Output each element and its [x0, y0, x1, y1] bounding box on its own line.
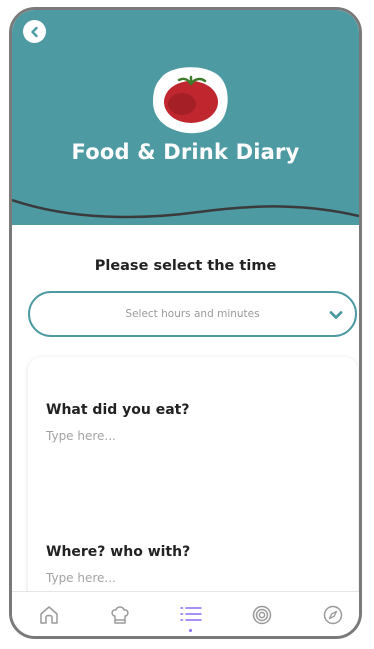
question-label-where: Where? who with? — [46, 544, 191, 560]
diary-entry-card: What did you eat? Where? who with? — [28, 357, 358, 617]
phone-frame: Food & Drink Diary Please select the tim… — [9, 7, 362, 639]
list-icon — [180, 607, 202, 621]
chef-hat-icon — [111, 606, 129, 624]
compass-icon — [323, 605, 343, 625]
chevron-left-icon — [30, 26, 38, 37]
tomato-icon — [153, 67, 228, 134]
where-input[interactable] — [46, 571, 336, 585]
food-input[interactable] — [46, 429, 336, 443]
home-icon — [40, 606, 58, 624]
time-prompt: Please select the time — [94, 258, 277, 274]
tab-diary[interactable] — [176, 600, 206, 632]
tab-recipes[interactable] — [105, 600, 135, 630]
back-button[interactable] — [23, 20, 46, 43]
page-title: Food & Drink Diary — [71, 140, 300, 164]
tab-goals[interactable] — [247, 600, 277, 630]
header-wave — [12, 190, 359, 219]
target-icon — [252, 605, 272, 625]
chevron-down-icon — [329, 311, 343, 319]
bottom-tab-bar — [12, 591, 359, 636]
time-select[interactable]: Select hours and minutes — [28, 291, 357, 337]
logo — [147, 62, 235, 138]
tab-explore[interactable] — [318, 600, 348, 630]
question-label-food: What did you eat? — [46, 402, 190, 418]
active-tab-indicator — [189, 629, 192, 632]
time-select-placeholder: Select hours and minutes — [125, 308, 260, 320]
tab-home[interactable] — [34, 600, 64, 630]
